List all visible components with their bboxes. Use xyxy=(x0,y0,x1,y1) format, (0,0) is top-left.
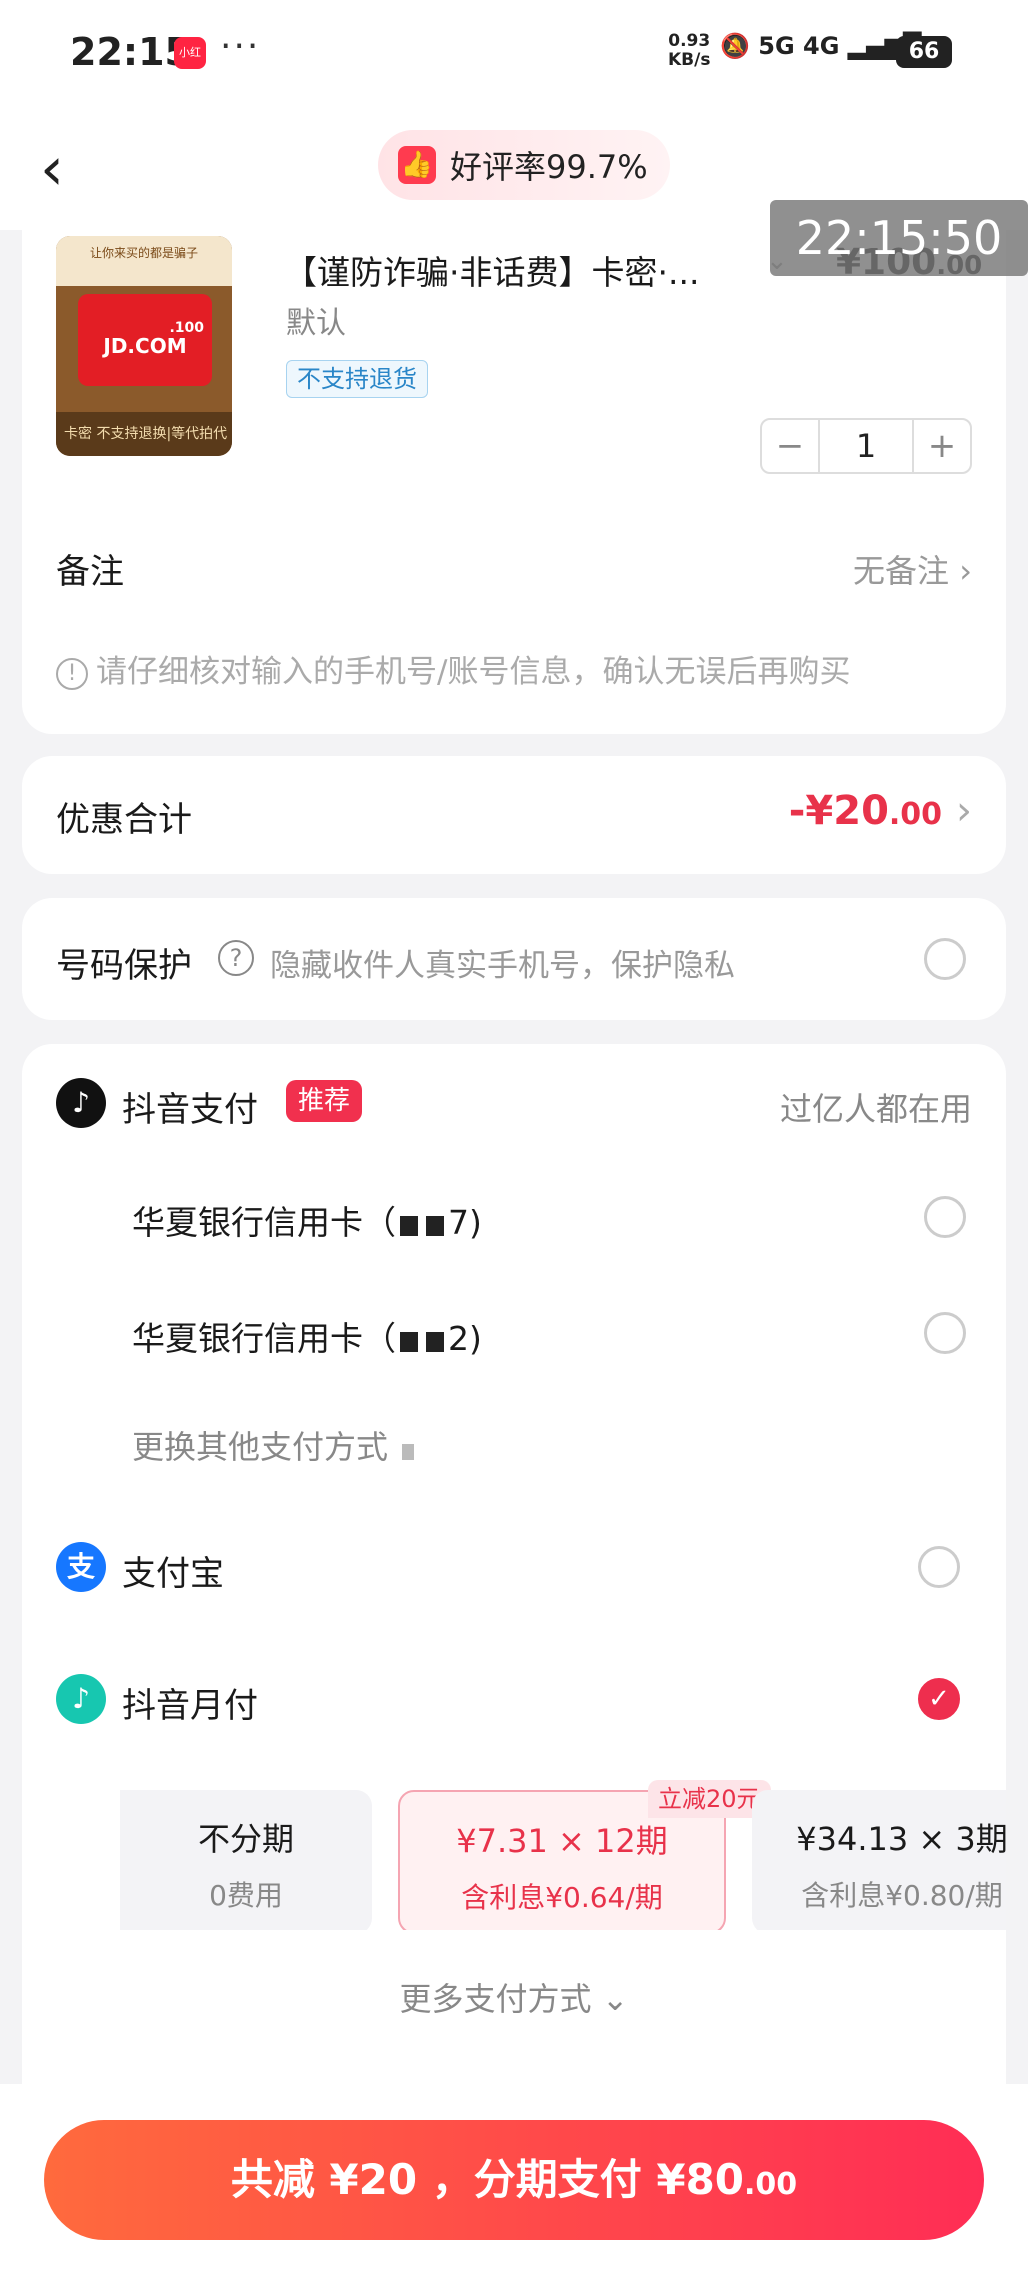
chevron-down-icon: ⌄ xyxy=(601,1980,629,2018)
mute-icon: 🔕 xyxy=(720,32,750,60)
plan-line1: ¥34.13 × 3期 xyxy=(796,1820,1006,1858)
help-icon[interactable]: ? xyxy=(218,940,254,976)
status-time: 22:15 xyxy=(70,30,191,74)
remark-label: 备注 xyxy=(56,552,124,592)
warning-text: 请仔细核对输入的手机号/账号信息，确认无误后再购买 xyxy=(96,654,851,690)
overlay-timestamp: 22:15:50 xyxy=(770,200,1028,276)
douyin-monthly-label[interactable]: 抖音月付 xyxy=(122,1678,258,1727)
number-protection-desc: 隐藏收件人真实手机号，保护隐私 xyxy=(270,948,735,984)
plan-option-2[interactable]: ¥34.13 × 3期 含利息¥0.80/期 xyxy=(752,1790,1006,1930)
pay-button-cents: .00 xyxy=(744,2167,798,2202)
alipay-label[interactable]: 支付宝 xyxy=(122,1546,224,1595)
signal-icons: 🔕 5G 4G ▂▄▆█ xyxy=(720,32,922,60)
warning-notice: ! 请仔细核对输入的手机号/账号信息，确认无误后再购买 xyxy=(56,646,850,691)
decrement-button[interactable]: − xyxy=(762,420,818,472)
plan-line1: 不分期 xyxy=(197,1820,294,1858)
discount-label: 优惠合计 xyxy=(56,800,192,840)
no-refund-tag: 不支持退货 xyxy=(286,360,428,398)
more-notifications-icon: ··· xyxy=(220,26,261,67)
plan-option-0[interactable]: 不分期 0费用 xyxy=(120,1790,372,1930)
change-payment-method[interactable]: 更换其他支付方式 xyxy=(132,1422,418,1468)
bottom-bar: 共减 ¥20 ，分期支付 ¥80.00 xyxy=(0,2084,1028,2284)
card2-suffix: 2) xyxy=(448,1319,482,1358)
pay-button[interactable]: 共减 ¥20 ，分期支付 ¥80.00 xyxy=(44,2120,984,2240)
card-option-2[interactable]: 华夏银行信用卡（ 2) xyxy=(132,1312,482,1360)
battery-icon: 66 xyxy=(896,36,952,68)
discount-row[interactable]: 优惠合计 -¥20.00 › xyxy=(22,756,1006,874)
product-card: 让你来买的都是骗子 .100 JD.COM 卡密 不支持退换|等代拍代付 【谨防… xyxy=(22,218,1006,734)
plan-line2: 0费用 xyxy=(209,1879,283,1912)
card-option-1[interactable]: 华夏银行信用卡（ 7) xyxy=(132,1196,482,1244)
remark-value: 无备注 xyxy=(853,552,950,590)
card1-suffix: 7) xyxy=(448,1203,482,1242)
jd-brand: JD.COM xyxy=(103,334,187,358)
douyin-pay-note: 过亿人都在用 xyxy=(779,1090,972,1128)
network-speed-value: 0.93 xyxy=(668,31,711,51)
other-methods-label: 更换其他支付方式 xyxy=(132,1428,389,1466)
chevron-right-icon: › xyxy=(959,552,972,590)
network-speed: 0.93 KB/s xyxy=(668,32,710,70)
installment-plans: 不分期 0费用 ¥7.31 × 12期 含利息¥0.64/期 立减20元 ¥34… xyxy=(120,1780,1006,1930)
plan-line2: 含利息¥0.80/期 xyxy=(801,1879,1003,1912)
product-image-bottom-text: 卡密 不支持退换|等代拍代付 xyxy=(56,412,232,456)
product-image-top-text: 让你来买的都是骗子 xyxy=(56,236,232,286)
network-speed-unit: KB/s xyxy=(668,50,711,70)
alipay-radio[interactable] xyxy=(918,1546,960,1588)
number-protection-row: 号码保护 ? 隐藏收件人真实手机号，保护隐私 xyxy=(22,898,1006,1020)
alipay-icon: 支 xyxy=(56,1542,106,1592)
masked-digits xyxy=(426,1332,444,1352)
pay-button-label: 共减 ¥20 ，分期支付 ¥80 xyxy=(230,2155,745,2204)
discount-amount: -¥20 xyxy=(788,788,889,834)
payment-methods-card: ♪ 抖音支付 推荐 过亿人都在用 华夏银行信用卡（ 7) 华夏银行信用卡（ 2) 更… xyxy=(22,1044,1006,2084)
masked-digits xyxy=(402,1444,415,1460)
jd-card-graphic: .100 JD.COM xyxy=(78,294,212,386)
signal-labels: 5G 4G xyxy=(758,32,840,60)
card2-prefix: 华夏银行信用卡（ xyxy=(132,1319,396,1358)
more-payment-methods[interactable]: 更多支付方式 ⌄ xyxy=(22,1974,1006,2020)
douyin-monthly-radio-checked[interactable]: ✓ xyxy=(918,1678,960,1720)
card1-prefix: 华夏银行信用卡（ xyxy=(132,1203,396,1242)
douyin-pay-icon: ♪ xyxy=(56,1078,106,1128)
product-spec: 默认 xyxy=(286,306,346,341)
more-methods-label: 更多支付方式 xyxy=(399,1980,592,2018)
number-protection-radio[interactable] xyxy=(924,938,966,980)
recommend-badge: 推荐 xyxy=(286,1080,363,1122)
card-option-1-radio[interactable] xyxy=(924,1196,966,1238)
douyin-pay-label: 抖音支付 xyxy=(122,1090,258,1130)
discount-cents: .00 xyxy=(888,797,943,832)
plan-line1: ¥7.31 × 12期 xyxy=(456,1822,668,1860)
increment-button[interactable]: + xyxy=(914,420,970,472)
chevron-right-icon: › xyxy=(956,788,972,834)
xiaohongshu-app-icon: 小红书 xyxy=(174,37,206,91)
remark-row[interactable]: 无备注 › xyxy=(853,546,972,592)
card-option-2-radio[interactable] xyxy=(924,1312,966,1354)
masked-digits xyxy=(426,1216,444,1236)
thumbs-up-icon: 👍 xyxy=(398,146,436,184)
jd-card-amount: .100 xyxy=(169,320,204,336)
douyin-monthly-icon: ♪ xyxy=(56,1674,106,1724)
rating-text: 好评率99.7% xyxy=(450,148,648,186)
masked-digits xyxy=(400,1332,418,1352)
status-bar: 22:15 小红书 ··· 0.93 KB/s 🔕 5G 4G ▂▄▆█ 66 xyxy=(0,0,1028,110)
discount-value: -¥20.00 › xyxy=(789,788,972,834)
product-title[interactable]: 【谨防诈骗·非话费】卡密·... xyxy=(284,246,699,294)
quantity-stepper: − 1 + xyxy=(760,418,972,474)
number-protection-label: 号码保护 xyxy=(56,946,192,986)
plan-line2: 含利息¥0.64/期 xyxy=(461,1881,663,1914)
masked-digits xyxy=(400,1216,418,1236)
quantity-value[interactable]: 1 xyxy=(818,420,914,472)
info-icon: ! xyxy=(56,658,88,690)
back-arrow-icon[interactable]: ‹ xyxy=(40,134,90,204)
product-image[interactable]: 让你来买的都是骗子 .100 JD.COM 卡密 不支持退换|等代拍代付 xyxy=(56,236,232,456)
rating-pill: 👍 好评率99.7% xyxy=(378,130,670,200)
